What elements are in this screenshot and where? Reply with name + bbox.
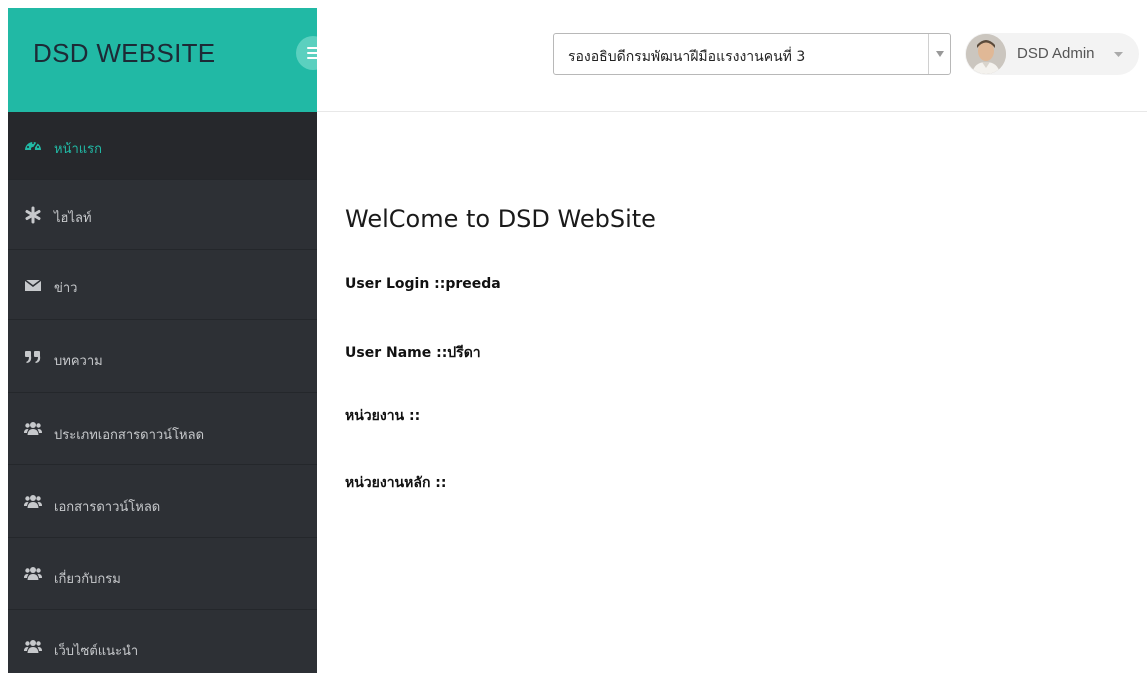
sidebar-item-downloads[interactable]: เอกสารดาวน์โหลด (8, 465, 317, 538)
main-content: WelCome to DSD WebSite User Login ::pree… (317, 113, 1147, 673)
select-arrow-icon[interactable] (928, 34, 950, 74)
user-name-label: DSD Admin (1017, 45, 1095, 62)
envelope-icon (24, 276, 42, 294)
sidebar-item-download-types[interactable]: ประเภทเอกสารดาวน์โหลด (8, 393, 317, 465)
user-login-text: User Login ::preeda (345, 276, 501, 292)
sidebar: หน้าแรก ไฮไลท์ ข่าว บทความ ประเภทเอกสารด… (8, 112, 317, 673)
user-menu-button[interactable]: DSD Admin (965, 33, 1139, 75)
chevron-down-icon (1114, 52, 1123, 57)
sidebar-item-label: เกี่ยวกับกรม (54, 572, 121, 587)
sidebar-item-recommended-sites[interactable]: เว็บไซต์แนะนำ (8, 610, 317, 673)
sidebar-item-label: ไฮไลท์ (54, 211, 92, 226)
position-select[interactable]: รองอธิบดีกรมพัฒนาฝีมือแรงงานคนที่ 3 (553, 33, 951, 75)
sidebar-item-label: เอกสารดาวน์โหลด (54, 500, 161, 515)
sidebar-item-label: ข่าว (54, 281, 78, 296)
sidebar-item-about[interactable]: เกี่ยวกับกรม (8, 538, 317, 610)
sidebar-item-label: ประเภทเอกสารดาวน์โหลด (54, 428, 205, 443)
users-icon (24, 564, 42, 582)
brand-header: DSD WEBSITE (8, 8, 330, 112)
users-icon (24, 419, 42, 437)
dashboard-icon (24, 137, 42, 155)
app-root: ู DSD WEBSITE รองอธิบดีกรมพัฒนาฝีมือแรงง… (0, 0, 1147, 673)
quote-icon (24, 347, 42, 365)
sidebar-item-label: บทความ (54, 354, 103, 369)
unit-text: หน่วยงาน :: (345, 408, 421, 424)
top-header: รองอธิบดีกรมพัฒนาฝีมือแรงงานคนที่ 3 DSD … (317, 8, 1147, 112)
sidebar-item-home[interactable]: หน้าแรก (8, 112, 317, 180)
sidebar-item-articles[interactable]: บทความ (8, 320, 317, 393)
user-name-text: User Name ::ปรีดา (345, 345, 481, 361)
sidebar-item-label: หน้าแรก (54, 142, 102, 157)
brand-title: DSD WEBSITE (33, 38, 216, 68)
asterisk-icon (24, 206, 42, 224)
position-select-value: รองอธิบดีกรมพัฒนาฝีมือแรงงานคนที่ 3 (568, 49, 806, 65)
page-title: WelCome to DSD WebSite (345, 205, 656, 233)
main-unit-text: หน่วยงานหลัก :: (345, 475, 447, 491)
users-icon (24, 492, 42, 510)
users-icon (24, 637, 42, 655)
sidebar-item-news[interactable]: ข่าว (8, 250, 317, 320)
sidebar-item-highlight[interactable]: ไฮไลท์ (8, 180, 317, 250)
avatar (966, 34, 1006, 74)
sidebar-item-label: เว็บไซต์แนะนำ (54, 644, 139, 659)
